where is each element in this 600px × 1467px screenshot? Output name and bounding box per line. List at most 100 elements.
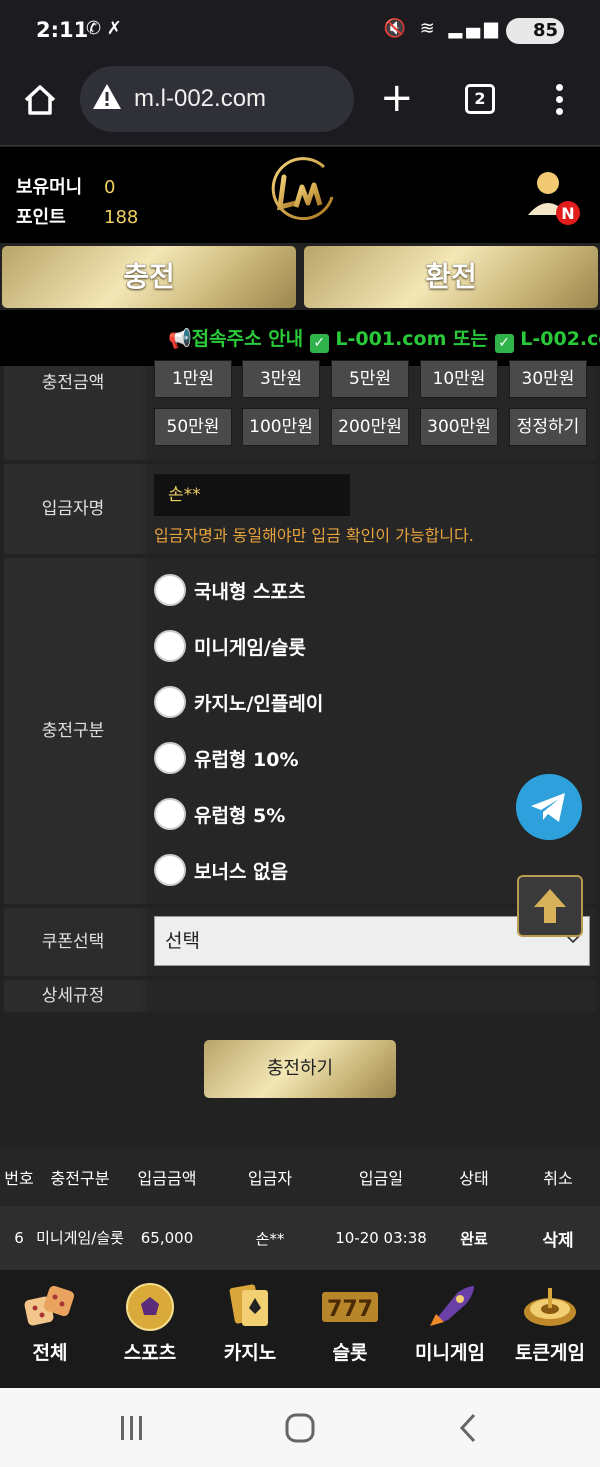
notification-badge: N [561, 204, 574, 223]
amount-button[interactable]: 300만원 [420, 408, 498, 446]
radio-circle[interactable] [154, 686, 186, 718]
status-badge: 완료 [460, 1229, 488, 1248]
roulette-icon [524, 1288, 576, 1326]
back-icon[interactable] [456, 1412, 480, 1444]
amount-row: 충전금액 1만원 3만원 5만원 10만원 30만원 50만원 100만원 20… [4, 360, 596, 460]
nav-item-all[interactable]: 전체 [0, 1270, 100, 1388]
user-icon[interactable]: N [526, 169, 582, 225]
history-table-header: 번호 충전구분 입금금액 입금자 입금일 상태 취소 [0, 1148, 600, 1206]
radio-option[interactable]: 미니게임/슬롯 [154, 626, 306, 666]
submit-charge-button[interactable]: 충전하기 [204, 1040, 396, 1098]
nav-item-token-game[interactable]: 토큰게임 [500, 1270, 600, 1388]
rules-row: 상세규정 [4, 980, 596, 1012]
wallet-info: 보유머니 0 포인트 188 [16, 173, 138, 233]
radio-option[interactable]: 유럽형 10% [154, 738, 299, 778]
radio-circle[interactable] [154, 630, 186, 662]
coupon-label: 쿠폰선택 [4, 908, 142, 976]
status-time: 2:11 [36, 18, 89, 42]
warning-icon[interactable] [92, 82, 122, 112]
column-header: 상태 [459, 1169, 489, 1188]
radio-circle[interactable] [154, 798, 186, 830]
dice-icon [24, 1285, 75, 1326]
browser-bar: m.l-002.com + 2 [0, 62, 600, 146]
notice-joiner: 또는 [453, 328, 489, 350]
amount-button[interactable]: 200만원 [331, 408, 409, 446]
row-type: 미니게임/슬롯 [36, 1229, 124, 1247]
rules-label: 상세규정 [4, 980, 142, 1012]
address-bar[interactable]: m.l-002.com [80, 66, 354, 132]
nav-item-slot[interactable]: 777 슬롯 [300, 1270, 400, 1388]
amount-button[interactable]: 3만원 [242, 360, 320, 398]
notice-domain-2: L-002.com [520, 328, 600, 350]
nav-item-minigame[interactable]: 미니게임 [400, 1270, 500, 1388]
home-nav-icon[interactable] [284, 1412, 316, 1444]
telegram-icon[interactable] [516, 774, 582, 840]
exchange-button[interactable]: 환전 [304, 246, 598, 308]
notice-prefix: 접속주소 안내 [191, 328, 304, 350]
radio-option[interactable]: 국내형 스포츠 [154, 570, 306, 610]
megaphone-icon: 📢 [168, 328, 192, 350]
radio-option[interactable]: 보너스 없음 [154, 850, 288, 890]
battery-indicator: 85 [506, 18, 564, 44]
charge-type-options: 국내형 스포츠 미니게임/슬롯 카지노/인플레이 유럽형 10% 유럽형 5% … [146, 558, 596, 904]
signal-icons: 🔇 ≋ ▂▄▆ [383, 18, 502, 39]
svg-text:777: 777 [327, 1297, 373, 1322]
radio-option[interactable]: 카지노/인플레이 [154, 682, 323, 722]
row-amount: 65,000 [140, 1229, 194, 1247]
depositor-row: 입금자명 손** 입금자명과 동일해야만 입금 확인이 가능합니다. [4, 464, 596, 554]
nav-item-sports[interactable]: 스포츠 [100, 1270, 200, 1388]
site-header: 보유머니 0 포인트 188 N [0, 147, 600, 243]
charge-button[interactable]: 충전 [2, 246, 296, 308]
notice-marquee: 📢접속주소 안내 ✓ L-001.com 또는 ✓ L-002.com [0, 310, 600, 366]
new-tab-button[interactable]: + [380, 78, 414, 118]
status-bar: 2:11 ✆ ✗ 🔇 ≋ ▂▄▆ 85 [0, 0, 600, 62]
slot-777-icon: 777 [322, 1292, 378, 1322]
call-icons: ✆ ✗ [86, 18, 122, 39]
url-text[interactable]: m.l-002.com [134, 85, 266, 113]
tabs-button[interactable]: 2 [465, 84, 495, 114]
row-number: 6 [14, 1229, 24, 1247]
reset-amount-button[interactable]: 정정하기 [509, 408, 587, 446]
row-date: 10-20 03:38 [335, 1229, 427, 1247]
amount-button[interactable]: 30만원 [509, 360, 587, 398]
depositor-input[interactable]: 손** [154, 474, 350, 516]
more-icon[interactable] [556, 84, 564, 116]
depositor-label: 입금자명 [4, 464, 142, 554]
amount-button[interactable]: 50만원 [154, 408, 232, 446]
system-nav-bar [0, 1388, 600, 1467]
amount-button[interactable]: 1만원 [154, 360, 232, 398]
rules-cell [146, 980, 596, 1012]
points-label: 포인트 [16, 207, 66, 228]
radio-circle[interactable] [154, 742, 186, 774]
bottom-nav: 전체 스포츠 카지노 777 슬롯 미니게임 토큰게임 [0, 1270, 600, 1388]
rocket-icon [430, 1286, 474, 1326]
amount-button[interactable]: 100만원 [242, 408, 320, 446]
home-icon[interactable] [22, 82, 58, 118]
soccer-ball-icon [126, 1283, 174, 1331]
arrow-up-icon[interactable] [517, 875, 583, 937]
cards-icon [229, 1284, 268, 1326]
nav-item-casino[interactable]: 카지노 [200, 1270, 300, 1388]
column-header: 충전구분 [50, 1169, 110, 1188]
radio-option[interactable]: 유럽형 5% [154, 794, 285, 834]
coupon-row: 쿠폰선택 선택 [4, 908, 596, 976]
check-icon: ✓ [309, 334, 329, 353]
column-header: 입금일 [358, 1169, 404, 1188]
radio-circle[interactable] [154, 574, 186, 606]
column-header: 입금금액 [137, 1169, 197, 1188]
radio-circle[interactable] [154, 854, 186, 886]
depositor-note: 입금자명과 동일해야만 입금 확인이 가능합니다. [154, 526, 474, 545]
check-icon: ✓ [494, 334, 514, 353]
notice-domain-1: L-001.com [335, 328, 447, 350]
amount-button[interactable]: 10만원 [420, 360, 498, 398]
money-value: 0 [104, 177, 116, 198]
delete-button[interactable]: 삭제 [520, 1206, 596, 1270]
column-header: 번호 [4, 1169, 34, 1188]
recent-apps-icon[interactable] [118, 1414, 146, 1442]
table-row: 6 미니게임/슬롯 65,000 손** 10-20 03:38 완료 삭제 [0, 1206, 600, 1270]
site-logo[interactable] [262, 153, 340, 231]
column-header: 취소 [543, 1169, 573, 1188]
amount-buttons: 1만원 3만원 5만원 10만원 30만원 50만원 100만원 200만원 3… [146, 360, 596, 460]
amount-button[interactable]: 5만원 [331, 360, 409, 398]
points-value: 188 [104, 207, 139, 228]
